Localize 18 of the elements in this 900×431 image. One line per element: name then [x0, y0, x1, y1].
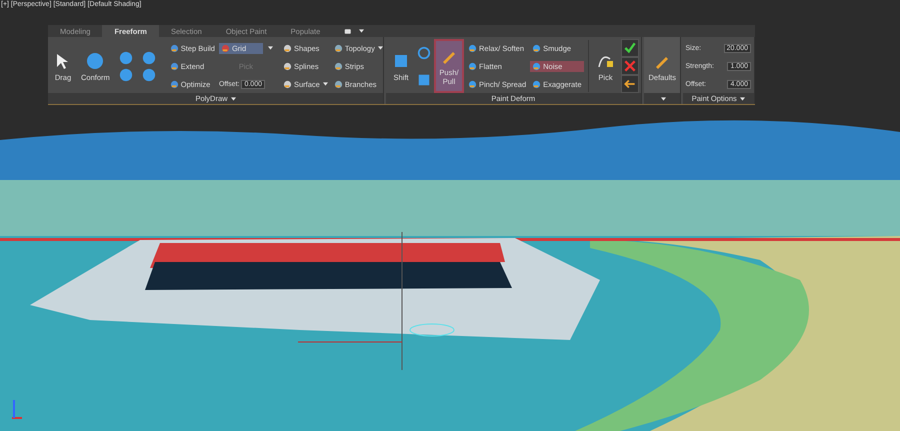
checkmark-icon — [622, 41, 636, 55]
caret-icon — [322, 82, 328, 86]
arrow-icon — [622, 77, 636, 91]
revert-button[interactable] — [620, 75, 638, 93]
cancel-button[interactable] — [620, 57, 638, 75]
accept-button[interactable] — [620, 39, 638, 57]
display-icon — [344, 26, 354, 36]
rotate-icon — [417, 46, 431, 60]
caret-icon — [378, 46, 383, 50]
caret-icon — [359, 29, 364, 33]
caret-icon — [268, 46, 273, 50]
square-icon — [417, 72, 431, 86]
group-expand-button[interactable] — [644, 93, 680, 104]
caret-icon — [230, 96, 236, 100]
caret-icon — [660, 96, 666, 100]
rotate-tool-button[interactable] — [416, 44, 432, 60]
caret-icon — [740, 96, 745, 100]
close-icon — [622, 59, 636, 73]
